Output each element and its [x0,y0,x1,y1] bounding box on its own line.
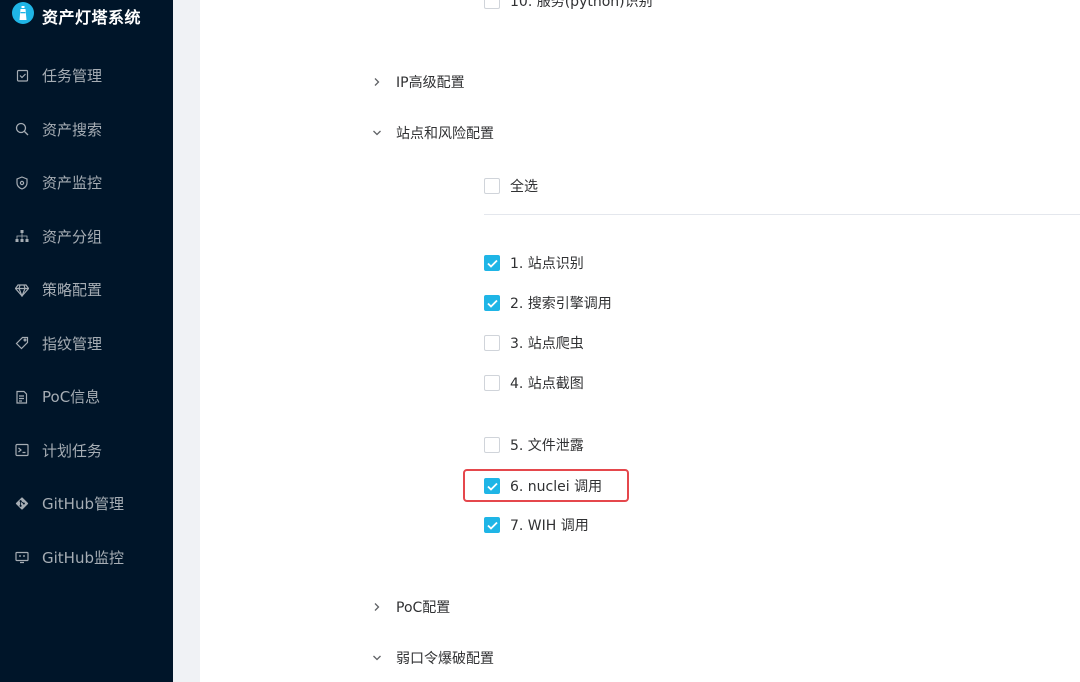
sidebar-item-poc-info[interactable]: PoC信息 [0,370,173,424]
option-label: 2. 搜索引擎调用 [510,296,612,312]
section-label: 站点和风险配置 [396,126,494,142]
select-all-checkbox[interactable]: 全选 [484,176,538,196]
sidebar-item-asset-search[interactable]: 资产搜索 [0,103,173,157]
option-label: 5. 文件泄露 [510,438,584,454]
chevron-right-icon [370,75,384,89]
clipboard-icon [15,69,29,83]
app-logo[interactable]: 资产灯塔系统 [0,0,173,30]
option-file-leak[interactable]: 5. 文件泄露 [484,435,584,455]
sidebar: 资产灯塔系统 任务管理 资产搜索 资产监控 资产分组 策略配置 指纹管理 PoC… [0,0,173,682]
sidebar-item-github-monitor[interactable]: GitHub监控 [0,531,173,585]
sidebar-item-label: 资产监控 [42,174,103,193]
sidebar-item-label: PoC信息 [42,388,101,407]
section-label: PoC配置 [396,600,451,616]
tag-icon [15,336,29,350]
checkbox-checked[interactable] [484,255,500,271]
sidebar-item-label: 策略配置 [42,281,103,300]
sidebar-item-label: 资产搜索 [42,120,103,139]
section-site-risk[interactable]: 站点和风险配置 [370,123,494,143]
monitor-icon [15,550,29,564]
chevron-down-icon [370,126,384,140]
layout-gutter [173,0,200,682]
checkbox-checked[interactable] [484,295,500,311]
terminal-icon [15,443,29,457]
option-label: 7. WIH 调用 [510,518,589,534]
option-label: 6. nuclei 调用 [510,479,603,495]
sidebar-item-asset-group[interactable]: 资产分组 [0,210,173,264]
option-nuclei[interactable]: 6. nuclei 调用 [484,476,602,496]
sidebar-item-github-management[interactable]: GitHub管理 [0,477,173,531]
section-label: 弱口令爆破配置 [396,651,494,667]
option-label: 4. 站点截图 [510,376,584,392]
option-search-engine[interactable]: 2. 搜索引擎调用 [484,293,612,313]
sidebar-item-fingerprint[interactable]: 指纹管理 [0,317,173,371]
document-icon [15,390,29,404]
sidebar-item-label: GitHub管理 [42,495,124,514]
sidebar-item-policy-config[interactable]: 策略配置 [0,263,173,317]
section-weak-password[interactable]: 弱口令爆破配置 [370,648,494,668]
sidebar-item-label: 资产分组 [42,227,103,246]
option-label: 3. 站点爬虫 [510,336,584,352]
option-label: 10. 服务(python)识别 [510,0,653,10]
option-wih[interactable]: 7. WIH 调用 [484,515,589,535]
checkbox[interactable] [484,0,500,9]
sidebar-item-asset-monitor[interactable]: 资产监控 [0,156,173,210]
search-icon [15,122,29,136]
checkbox[interactable] [484,437,500,453]
divider [484,214,1080,215]
sidebar-item-scheduled-tasks[interactable]: 计划任务 [0,424,173,478]
checkbox-checked[interactable] [484,478,500,494]
option-label: 1. 站点识别 [510,256,584,272]
chevron-down-icon [370,651,384,665]
section-poc[interactable]: PoC配置 [370,597,450,617]
git-icon [15,497,29,511]
checkbox[interactable] [484,335,500,351]
gem-icon [15,283,29,297]
option-site-identify[interactable]: 1. 站点识别 [484,253,584,273]
option-site-crawler[interactable]: 3. 站点爬虫 [484,333,584,353]
checkbox[interactable] [484,375,500,391]
option-site-screenshot[interactable]: 4. 站点截图 [484,373,584,393]
chevron-right-icon [370,600,384,614]
sidebar-item-label: 任务管理 [42,67,103,86]
section-label: IP高级配置 [396,75,465,91]
section-ip-advanced[interactable]: IP高级配置 [370,72,465,92]
checkbox-checked[interactable] [484,517,500,533]
app-title: 资产灯塔系统 [42,8,142,27]
sidebar-menu: 任务管理 资产搜索 资产监控 资产分组 策略配置 指纹管理 PoC信息 计划任务… [0,49,173,584]
task-config-panel: 10. 服务(python)识别 IP高级配置 站点和风险配置 全选 1. 站点… [200,0,1080,682]
sidebar-item-label: GitHub监控 [42,548,124,567]
option-label: 全选 [510,179,538,195]
hierarchy-icon [15,229,29,243]
shield-eye-icon [15,176,29,190]
sidebar-item-label: 指纹管理 [42,334,103,353]
checkbox[interactable] [484,178,500,194]
lighthouse-icon [12,2,34,24]
sidebar-item-task-management[interactable]: 任务管理 [0,49,173,103]
sidebar-item-label: 计划任务 [42,441,103,460]
option-service-python-identify[interactable]: 10. 服务(python)识别 [484,0,653,11]
